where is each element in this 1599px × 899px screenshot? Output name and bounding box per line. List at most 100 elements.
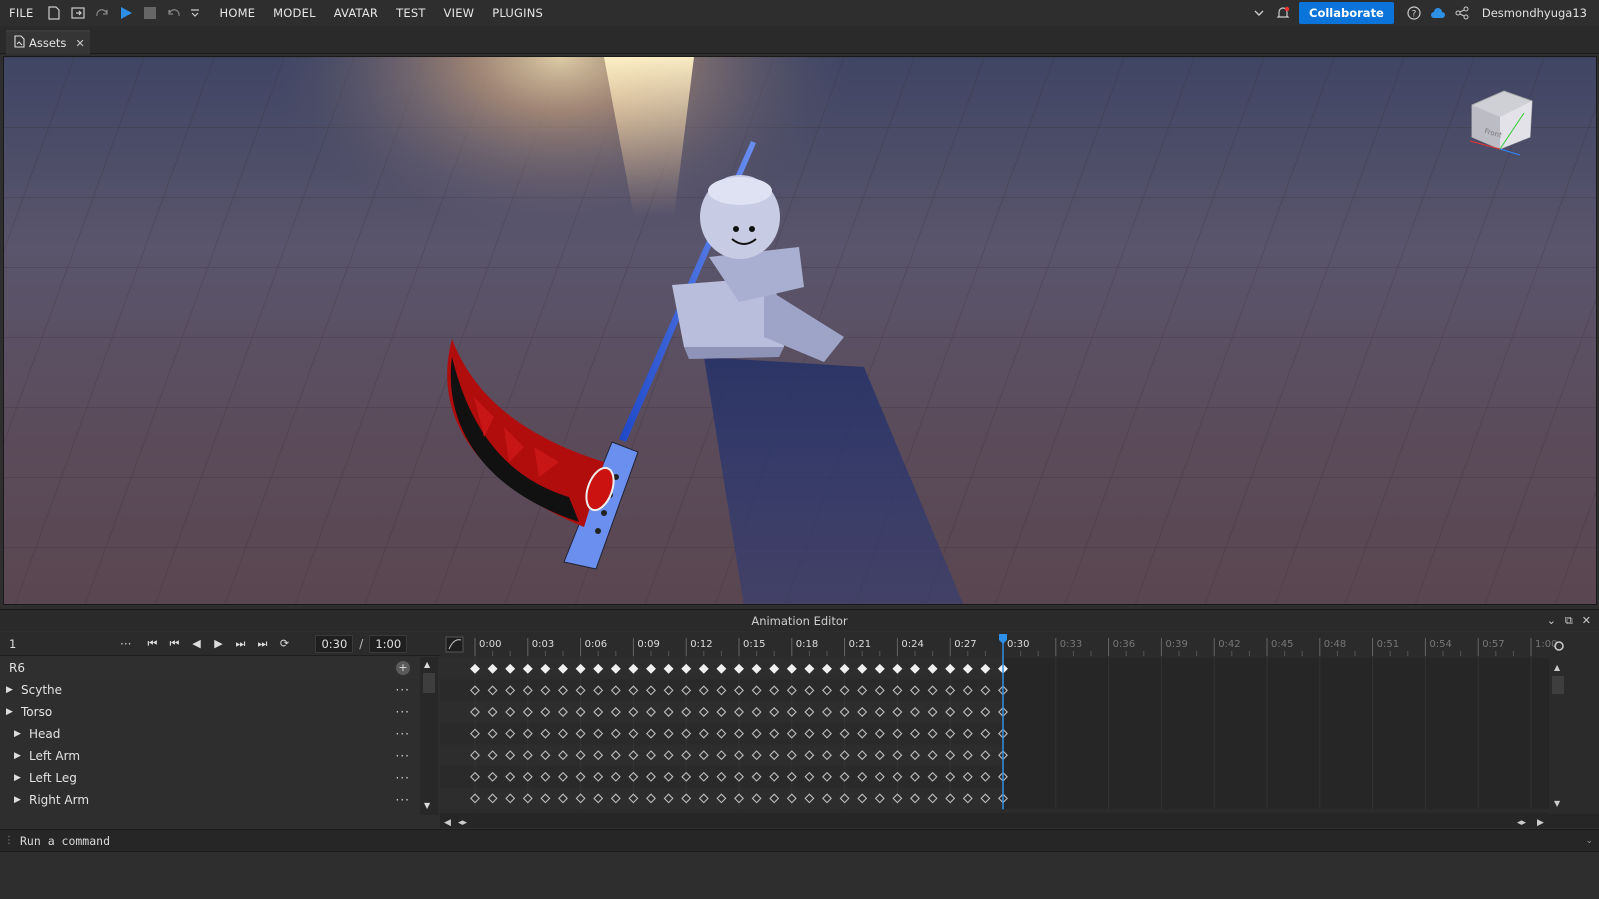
track-row[interactable]: ▶ Torso ···	[0, 701, 420, 723]
scroll-up-icon[interactable]: ▲	[1554, 663, 1561, 672]
tab-view[interactable]: VIEW	[435, 6, 484, 20]
track-row[interactable]: ▶ Left Arm ···	[0, 745, 420, 767]
play-reverse-icon[interactable]: ◀	[185, 637, 207, 650]
expand-triangle-icon[interactable]: ▶	[14, 751, 24, 761]
play-icon[interactable]	[118, 5, 134, 21]
time-tick-label: 1:00	[1535, 639, 1557, 650]
play-forward-icon[interactable]: ▶	[207, 637, 229, 650]
notification-bell-icon[interactable]	[1275, 5, 1291, 21]
tab-model[interactable]: MODEL	[264, 6, 325, 20]
frame-number[interactable]: 1	[0, 637, 110, 651]
animation-toolbar: 1 ··· ⏮ ⏮ ◀ ▶ ⏭ ⏭ ⟳ 0:30 / 1:00	[0, 632, 440, 656]
skip-to-end-icon[interactable]: ⏭	[251, 637, 273, 651]
time-tick-label: 0:27	[954, 639, 976, 650]
track-row[interactable]: ▶ Right Arm ···	[0, 789, 420, 811]
tab-plugins[interactable]: PLUGINS	[483, 6, 552, 20]
scroll-up-icon[interactable]: ▲	[424, 660, 430, 669]
rig-row[interactable]: R6 +	[0, 657, 420, 679]
track-more-icon[interactable]: ···	[396, 683, 410, 697]
total-time-field[interactable]: 1:00	[369, 634, 408, 653]
scrollbar-thumb[interactable]	[1552, 676, 1564, 694]
cloud-icon[interactable]	[1430, 5, 1446, 21]
current-time-field[interactable]: 0:30	[315, 634, 354, 653]
expand-triangle-icon[interactable]: ▶	[6, 685, 16, 695]
track-more-icon[interactable]: ···	[396, 705, 410, 719]
undo-icon[interactable]	[166, 5, 182, 21]
time-tick-label: 0:51	[1377, 639, 1399, 650]
command-input[interactable]	[20, 833, 1520, 848]
close-icon[interactable]: ✕	[1582, 610, 1591, 632]
timeline-empty-region	[1003, 658, 1549, 810]
next-keyframe-icon[interactable]: ⏭	[229, 637, 251, 651]
scroll-down-icon[interactable]: ▼	[1554, 799, 1561, 808]
scroll-left-icon[interactable]: ◀	[444, 818, 451, 828]
publish-icon[interactable]	[70, 5, 86, 21]
time-tick-label: 0:06	[585, 639, 607, 650]
new-file-icon[interactable]	[46, 5, 62, 21]
expand-triangle-icon[interactable]: ▶	[14, 795, 24, 805]
tab-home[interactable]: HOME	[210, 6, 264, 20]
skip-to-start-icon[interactable]: ⏮	[141, 637, 163, 651]
tab-label: Assets	[29, 36, 67, 50]
time-tick-label: 0:18	[796, 639, 818, 650]
expand-triangle-icon[interactable]: ▶	[14, 773, 24, 783]
track-row[interactable]: ▶ Scythe ···	[0, 679, 420, 701]
expand-triangle-icon[interactable]: ▶	[14, 729, 24, 739]
time-tick-label: 0:15	[743, 639, 765, 650]
previous-keyframe-icon[interactable]: ⏮	[163, 637, 185, 651]
zoom-handle-right-icon[interactable]: ◂▸	[1517, 818, 1527, 828]
scroll-right-icon[interactable]: ▶	[1537, 818, 1544, 828]
track-row[interactable]: ▶ Left Leg ···	[0, 767, 420, 789]
scrollbar-thumb[interactable]	[423, 673, 435, 693]
document-icon	[14, 35, 25, 51]
time-tick-label: 0:45	[1271, 639, 1293, 650]
animation-editor-title: Animation Editor	[751, 614, 848, 628]
quick-access-dropdown-icon[interactable]	[190, 5, 200, 21]
tab-test[interactable]: TEST	[387, 6, 434, 20]
help-icon[interactable]: ?	[1406, 5, 1422, 21]
chevron-down-icon[interactable]: ⌄	[1547, 610, 1556, 632]
loop-icon[interactable]: ⟳	[273, 637, 295, 650]
track-more-icon[interactable]: ···	[396, 727, 410, 741]
time-tick-label: 0:39	[1165, 639, 1187, 650]
track-row[interactable]: ▶ Head ···	[0, 723, 420, 745]
3d-viewport[interactable]: Front	[3, 56, 1597, 605]
time-tick-label: 0:42	[1218, 639, 1240, 650]
redo-icon[interactable]	[94, 5, 110, 21]
more-options-icon[interactable]: ···	[120, 637, 131, 651]
add-track-button[interactable]: +	[396, 661, 410, 675]
track-more-icon[interactable]: ···	[396, 793, 410, 807]
collaborate-button[interactable]: Collaborate	[1299, 2, 1394, 24]
chevron-down-icon[interactable]	[1251, 5, 1267, 21]
share-icon[interactable]	[1454, 5, 1470, 21]
svg-text:?: ?	[1411, 10, 1416, 20]
track-label: Left Arm	[29, 749, 81, 763]
chevron-down-icon[interactable]: ⌄	[1585, 836, 1593, 846]
track-scrollbar[interactable]: ▲ ▼	[420, 657, 438, 815]
status-area	[0, 853, 1599, 899]
close-icon[interactable]: ✕	[75, 37, 84, 50]
track-more-icon[interactable]: ···	[396, 771, 410, 785]
popout-icon[interactable]: ⧉	[1565, 610, 1573, 632]
tab-avatar[interactable]: AVATAR	[325, 6, 387, 20]
time-tick-label: 0:00	[479, 639, 501, 650]
time-tick-label: 0:03	[532, 639, 554, 650]
document-tab-bar: Assets ✕	[0, 26, 1599, 54]
tab-assets[interactable]: Assets ✕	[6, 30, 90, 54]
timeline[interactable]: 0:00 0:03 0:06 0:09 0:12 0:15 0:18 0:21 0:24 0:27…	[440, 632, 1599, 832]
stop-icon[interactable]	[142, 5, 158, 21]
time-tick-label: 0:12	[690, 639, 712, 650]
track-more-icon[interactable]: ···	[396, 749, 410, 763]
curve-editor-button[interactable]	[445, 636, 464, 653]
time-tick-label: 0:36	[1113, 639, 1135, 650]
file-menu[interactable]: FILE	[0, 6, 42, 20]
username-label[interactable]: Desmondhyuga13	[1482, 6, 1587, 20]
time-tick-label: 0:57	[1482, 639, 1504, 650]
track-label: Left Leg	[29, 771, 77, 785]
zoom-handle-left-icon[interactable]: ◂▸	[458, 818, 468, 828]
expand-triangle-icon[interactable]: ▶	[6, 707, 16, 717]
scroll-down-icon[interactable]: ▼	[424, 801, 430, 810]
horizontal-scrollbar[interactable]	[440, 813, 1599, 828]
command-bar: ⋮ ⌄	[0, 829, 1599, 852]
timeline-canvas[interactable]: 0:00 0:03 0:06 0:09 0:12 0:15 0:18 0:21 0:24 0:27…	[440, 632, 1599, 828]
